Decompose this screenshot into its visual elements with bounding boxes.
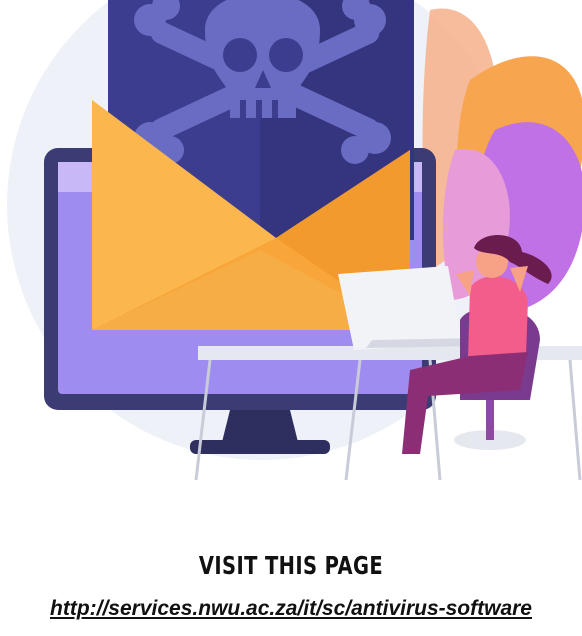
antivirus-software-link[interactable]: http://services.nwu.ac.za/it/sc/antiviru… [0,597,582,621]
malware-email-illustration [7,0,582,481]
visit-page-heading: VISIT THIS PAGE [198,551,384,580]
